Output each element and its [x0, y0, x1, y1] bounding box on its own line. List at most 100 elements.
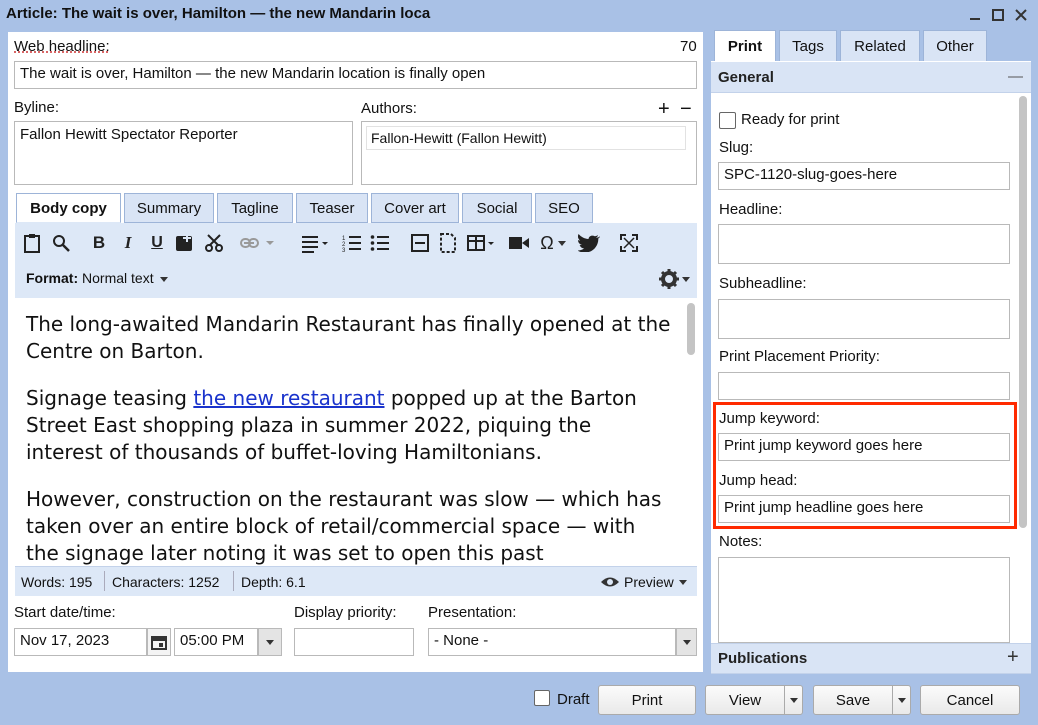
draft-label: Draft [557, 691, 590, 708]
chevron-down-icon [682, 276, 690, 282]
special-char-icon[interactable]: Ω [537, 232, 569, 254]
start-time-input[interactable]: 05:00 PM [174, 628, 258, 656]
draft-checkbox[interactable] [534, 690, 550, 706]
minimize-icon[interactable] [966, 6, 984, 24]
save-button[interactable]: Save [813, 685, 893, 715]
headline-label: Headline: [719, 201, 783, 218]
clipboard-icon[interactable] [21, 232, 43, 254]
twitter-icon[interactable] [578, 232, 600, 254]
paragraph: However, construction on the restaurant … [26, 487, 662, 565]
align-icon[interactable] [300, 232, 330, 254]
format-dropdown[interactable]: Format: Normal text [26, 270, 169, 286]
window-title: Article: The wait is over, Hamilton — th… [6, 5, 431, 22]
authors-label: Authors: [361, 100, 417, 117]
chevron-down-icon [897, 697, 906, 703]
tab-cover-art[interactable]: Cover art [371, 193, 459, 223]
byline-input[interactable]: Fallon Hewitt Spectator Reporter [14, 121, 353, 185]
cut-icon[interactable] [203, 232, 225, 254]
save-options-button[interactable] [892, 685, 911, 715]
svg-text:3: 3 [342, 248, 346, 253]
chevron-down-icon [682, 639, 691, 645]
web-headline-label: Web headline: [14, 38, 110, 55]
ready-for-print-checkbox[interactable] [719, 112, 736, 129]
tab-teaser[interactable]: Teaser [296, 193, 368, 223]
insert-image-icon[interactable] [174, 232, 196, 254]
tab-summary[interactable]: Summary [124, 193, 214, 223]
italic-icon[interactable]: I [117, 232, 139, 254]
presentation-select[interactable]: - None - [428, 628, 676, 656]
author-item[interactable]: Fallon-Hewitt (Fallon Hewitt) [366, 126, 686, 150]
editor-scrollbar[interactable] [687, 303, 695, 355]
tab-seo[interactable]: SEO [535, 193, 593, 223]
cancel-button[interactable]: Cancel [920, 685, 1020, 715]
tab-print[interactable]: Print [714, 30, 776, 61]
jump-head-input[interactable]: Print jump headline goes here [718, 495, 1010, 523]
publications-section-header[interactable]: Publications [711, 643, 1031, 674]
bullet-list-icon[interactable] [369, 232, 391, 254]
view-options-button[interactable] [784, 685, 803, 715]
tab-tags[interactable]: Tags [779, 30, 837, 61]
word-count: Words: 195 [21, 574, 93, 590]
web-headline-input[interactable]: The wait is over, Hamilton — the new Man… [14, 61, 697, 89]
tab-body-copy[interactable]: Body copy [16, 193, 121, 223]
start-date-input[interactable]: Nov 17, 2023 [14, 628, 147, 656]
chevron-down-icon [789, 697, 798, 703]
fullscreen-icon[interactable] [618, 232, 640, 254]
print-placement-priority-input[interactable] [718, 372, 1010, 400]
embed-icon[interactable] [437, 232, 459, 254]
remove-author-button[interactable]: − [680, 98, 692, 121]
maximize-icon[interactable] [989, 6, 1007, 24]
print-headline-input[interactable] [718, 224, 1010, 264]
add-publication-button[interactable]: + [1007, 646, 1019, 669]
box-icon[interactable] [409, 232, 431, 254]
tab-related[interactable]: Related [840, 30, 920, 61]
publications-title: Publications [718, 650, 808, 667]
view-button[interactable]: View [705, 685, 785, 715]
table-icon[interactable] [467, 232, 497, 254]
add-author-button[interactable]: + [658, 98, 670, 121]
character-count: Characters: 1252 [112, 574, 220, 590]
slug-label: Slug: [719, 139, 754, 156]
jump-head-label: Jump head: [719, 472, 798, 489]
close-icon[interactable] [1012, 6, 1030, 24]
general-section-header[interactable]: General [711, 62, 1031, 93]
web-headline-count: 70 [680, 38, 697, 55]
general-section-title: General [718, 68, 774, 86]
print-button[interactable]: Print [598, 685, 696, 715]
video-icon[interactable] [508, 232, 530, 254]
gear-icon[interactable] [659, 268, 691, 290]
body-editor[interactable]: The long-awaited Mandarin Restaurant has… [15, 298, 697, 566]
underline-icon[interactable]: U [146, 232, 168, 254]
numbered-list-icon[interactable]: 123 [341, 232, 363, 254]
chevron-down-icon [678, 579, 687, 585]
depth-value: Depth: 6.1 [241, 574, 306, 590]
chevron-down-icon [266, 639, 274, 645]
notes-label: Notes: [719, 533, 763, 550]
preview-label: Preview [624, 574, 674, 590]
slug-input[interactable]: SPC-1120-slug-goes-here [718, 162, 1010, 190]
display-priority-label: Display priority: [294, 604, 397, 621]
display-priority-input[interactable] [294, 628, 414, 656]
bold-icon[interactable]: B [88, 232, 110, 254]
notes-input[interactable] [718, 557, 1010, 643]
omega-glyph: Ω [540, 232, 554, 253]
presentation-dropdown-button[interactable] [676, 628, 697, 656]
paragraph: Signage teasing the new restaurant poppe… [26, 386, 637, 464]
calendar-icon[interactable] [147, 628, 171, 656]
byline-label: Byline: [14, 99, 60, 116]
tab-tagline[interactable]: Tagline [217, 193, 293, 223]
collapse-icon[interactable]: — [1008, 68, 1023, 85]
find-replace-icon[interactable] [50, 232, 72, 254]
article-link[interactable]: the new restaurant [193, 386, 384, 410]
chevron-down-icon [160, 276, 169, 282]
subheadline-input[interactable] [718, 299, 1010, 339]
paragraph: The long-awaited Mandarin Restaurant has… [26, 312, 671, 363]
preview-button[interactable]: Preview [600, 572, 687, 592]
eye-icon [601, 577, 619, 587]
panel-scrollbar[interactable] [1019, 96, 1027, 528]
time-dropdown-button[interactable] [258, 628, 282, 656]
link-icon[interactable] [240, 232, 276, 254]
tab-social[interactable]: Social [462, 193, 532, 223]
tab-other[interactable]: Other [923, 30, 987, 61]
jump-keyword-input[interactable]: Print jump keyword goes here [718, 433, 1010, 461]
